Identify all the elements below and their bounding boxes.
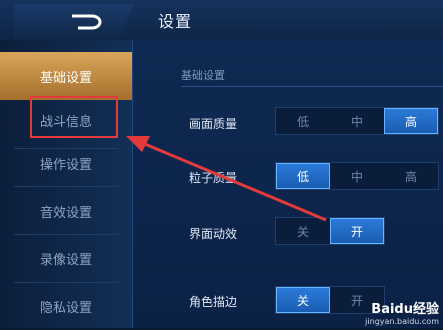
back-button[interactable]	[14, 4, 134, 38]
settings-panel: 基础设置 画面质量 低 中 高 粒子质量 低 中 高 界面动效 关 开 角色描边…	[133, 40, 443, 328]
ui-animation-off-option[interactable]: 关	[276, 218, 330, 244]
back-icon	[72, 14, 102, 30]
character-outline-label: 角色描边	[189, 295, 238, 309]
sidebar-item-label: 基础设置	[39, 70, 92, 86]
sidebar-item-label: 音效设置	[39, 205, 92, 221]
particle-quality-medium-option[interactable]: 中	[330, 163, 384, 189]
sidebar-item-label: 隐私设置	[39, 300, 92, 316]
sidebar-item-label: 操作设置	[39, 157, 92, 173]
particle-quality-low-option[interactable]: 低	[276, 163, 330, 189]
sidebar-item-privacy[interactable]: 隐私设置	[0, 282, 132, 330]
ui-animation-toggle: 关 开	[275, 217, 385, 245]
ui-animation-on-option[interactable]: 开	[330, 218, 384, 244]
particle-quality-high-option[interactable]: 高	[384, 163, 438, 189]
annotation-highlight-box	[30, 96, 118, 138]
particle-quality-label: 粒子质量	[189, 171, 238, 185]
sidebar-item-basic-settings[interactable]: 基础设置	[0, 52, 132, 100]
top-bar: 设置	[0, 0, 443, 40]
sidebar-item-label: 录像设置	[39, 252, 92, 268]
sidebar-item-controls[interactable]: 操作设置	[0, 139, 132, 187]
watermark-logo: Baidu经验	[371, 302, 439, 317]
sidebar-item-audio[interactable]: 音效设置	[0, 187, 132, 235]
sidebar-item-replay[interactable]: 录像设置	[0, 234, 132, 282]
ui-animation-label: 界面动效	[189, 227, 238, 241]
settings-sidebar: 基础设置 战斗信息 操作设置 音效设置 录像设置 隐私设置	[0, 40, 133, 328]
graphics-quality-label: 画面质量	[189, 117, 238, 131]
graphics-quality-high-option[interactable]: 高	[384, 108, 438, 134]
graphics-quality-selector: 低 中 高	[275, 107, 439, 135]
graphics-quality-medium-option[interactable]: 中	[330, 108, 384, 134]
particle-quality-selector: 低 中 高	[275, 162, 439, 190]
page-title: 设置	[158, 12, 193, 31]
character-outline-off-option[interactable]: 关	[276, 287, 330, 313]
watermark-url: jingyan.baidu.com	[365, 317, 439, 326]
section-header: 基础设置	[181, 66, 443, 87]
graphics-quality-low-option[interactable]: 低	[276, 108, 330, 134]
watermark: Baidu经验 jingyan.baidu.com	[365, 298, 439, 326]
